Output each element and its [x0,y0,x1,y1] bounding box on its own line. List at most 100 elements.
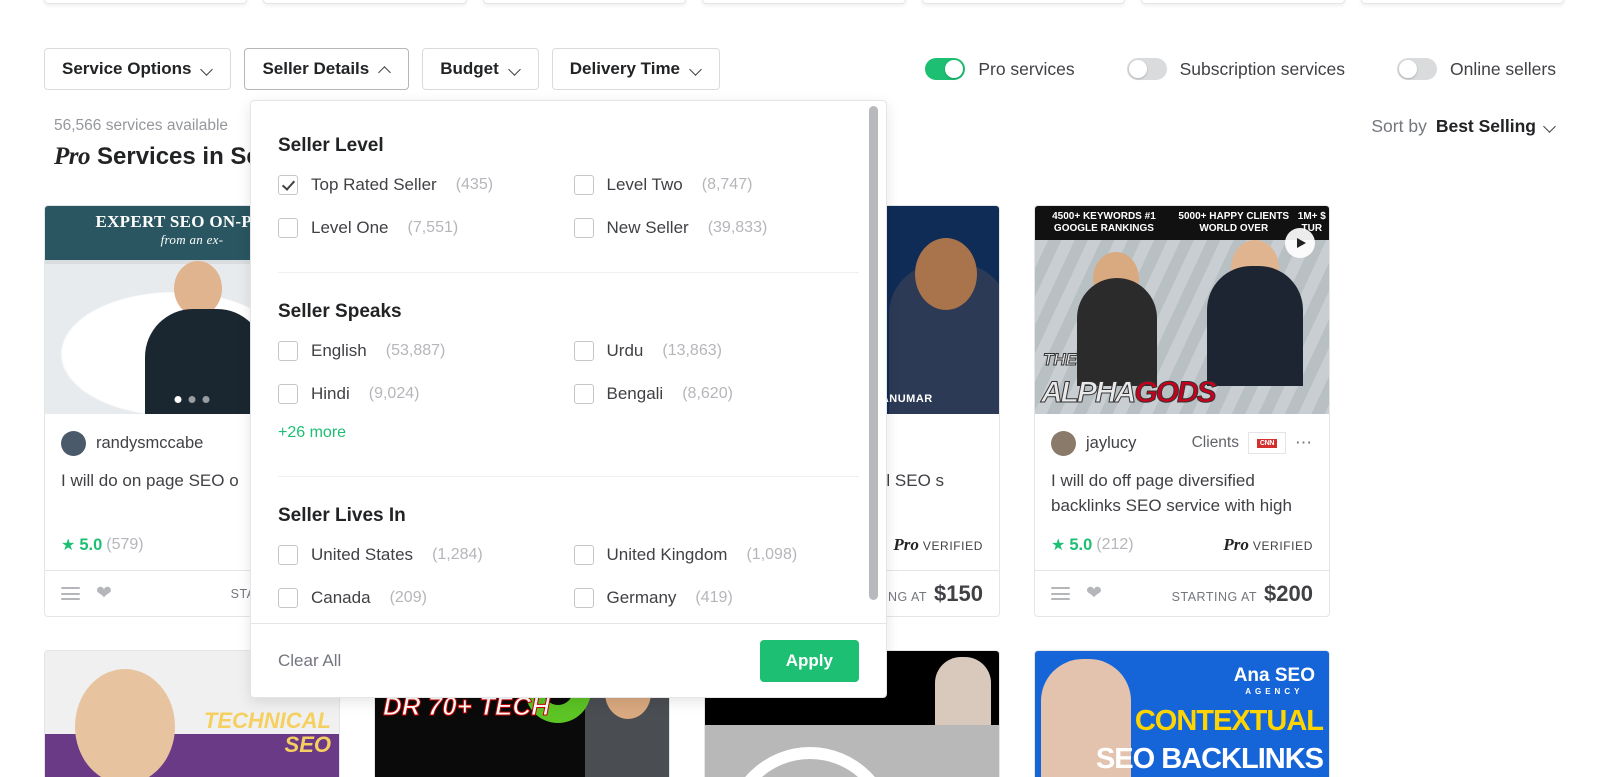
option-label: Bengali [606,384,664,403]
filter-budget[interactable]: Budget [422,48,539,90]
thumb-headline-line1: TECHNICAL [203,708,331,733]
collect-list-icon[interactable] [1051,587,1070,600]
option-grid: English (53,887) Urdu (13,863) Hindi (9,… [278,341,859,404]
star-icon: ★ [61,537,76,554]
toggle-pro-services[interactable] [925,58,966,80]
category-tile[interactable] [1141,0,1345,4]
category-tile[interactable] [1360,0,1564,4]
toggle-online-sellers[interactable] [1396,58,1437,80]
gig-card-footer: ❤ STARTING AT $200 [1035,570,1329,616]
carousel-dots[interactable] [174,396,210,403]
rating-value: 5.0 [1069,535,1093,554]
checkbox-icon[interactable] [278,341,298,361]
filter-service-options[interactable]: Service Options [44,48,232,90]
checkbox-icon[interactable] [573,175,594,195]
thumb-stat-1: 4500+ KEYWORDS #1 GOOGLE RANKINGS [1052,211,1156,234]
avatar[interactable] [61,430,86,456]
filter-service-options-label: Service Options [62,59,192,78]
toggle-online-sellers-label: Online sellers [1449,58,1556,79]
carousel-dot[interactable] [174,396,182,403]
option-urdu[interactable]: Urdu (13,863) [573,341,860,361]
filter-seller-details-label: Seller Details [262,59,370,78]
option-germany[interactable]: Germany (419) [573,588,860,608]
gig-title[interactable]: I will do off page diversified backlinks… [1051,468,1313,518]
thumb-face [174,261,223,316]
avatar[interactable] [1051,430,1076,456]
checkbox-icon[interactable] [573,218,594,238]
toggle-subscription-services[interactable] [1126,58,1167,80]
thumb-face [75,669,175,777]
toggle-subscription-services-group: Subscription services [1126,58,1345,80]
review-count: (212) [1096,536,1134,553]
seller-details-dropdown-panel: Seller Level Top Rated Seller (435) Leve… [250,100,887,698]
heart-icon[interactable]: ❤ [1086,584,1102,603]
verified-label: VERIFIED [1252,539,1313,553]
option-hindi[interactable]: Hindi (9,024) [278,384,564,404]
gig-card[interactable]: Ana SEO AGENCY CONTEXTUAL SEO BACKLINKS [1034,650,1330,777]
checkbox-icon[interactable] [278,218,298,238]
checkbox-icon[interactable] [278,384,298,404]
seller-name[interactable]: randysmccabe [96,434,203,453]
pro-wordmark: Pro [1223,535,1249,554]
pro-verified-badge: Pro VERIFIED [893,535,983,555]
thumb-person-left [1077,278,1157,386]
page-title-text: Services in Se [97,143,260,170]
filter-seller-details[interactable]: Seller Details [244,48,410,90]
option-count: (1,284) [432,546,483,563]
checkbox-icon[interactable] [278,545,298,565]
checkbox-icon[interactable] [278,175,298,195]
section-heading: Seller Speaks [278,301,402,322]
more-options-icon[interactable]: ⋯ [1295,434,1313,451]
carousel-dot[interactable] [188,396,196,403]
option-english[interactable]: English (53,887) [278,341,564,361]
option-level-one[interactable]: Level One (7,551) [278,218,564,238]
option-canada[interactable]: Canada (209) [278,588,564,608]
heart-icon[interactable]: ❤ [96,584,112,603]
filter-delivery-time[interactable]: Delivery Time [551,48,721,90]
play-button-icon[interactable] [1285,228,1315,258]
option-level-two[interactable]: Level Two (8,747) [573,175,860,195]
option-label: Level One [311,218,389,237]
collect-list-icon[interactable] [61,587,80,600]
card-actions: ❤ [1051,584,1102,603]
checkbox-icon[interactable] [573,588,594,608]
thumb-title-alpha-text: ALPHA [1040,376,1136,410]
toggle-knob [1128,60,1147,78]
clear-all-button[interactable]: Clear All [278,651,341,671]
review-count: (579) [106,536,144,553]
option-new-seller[interactable]: New Seller (39,833) [573,218,860,238]
gig-thumbnail[interactable]: 4500+ KEYWORDS #1 GOOGLE RANKINGS 5000+ … [1035,206,1329,414]
option-label: Urdu [606,341,644,360]
checkbox-icon[interactable] [278,588,298,608]
option-top-rated-seller[interactable]: Top Rated Seller (435) [278,175,564,195]
category-tile[interactable] [44,0,248,4]
panel-scroll-area: Seller Level Top Rated Seller (435) Leve… [251,101,886,623]
chevron-up-icon [380,64,391,75]
apply-button[interactable]: Apply [759,639,859,682]
gig-card[interactable]: 4500+ KEYWORDS #1 GOOGLE RANKINGS 5000+ … [1034,205,1330,617]
option-united-states[interactable]: United States (1,284) [278,545,564,565]
filter-budget-label: Budget [440,59,499,78]
checkbox-icon[interactable] [573,384,594,404]
thumb-person [935,657,991,729]
section-heading: Seller Lives In [278,505,406,526]
option-label: United States [311,545,414,564]
panel-scrollbar[interactable] [869,106,878,600]
option-united-kingdom[interactable]: United Kingdom (1,098) [573,545,860,565]
toggle-group-container: Pro services Subscription services Onlin… [873,58,1556,80]
sort-by-control[interactable]: Sort by Best Selling [1371,116,1556,137]
category-tile[interactable] [921,0,1126,4]
option-count: (8,620) [682,385,733,402]
carousel-dot[interactable] [202,396,210,403]
checkbox-icon[interactable] [573,341,594,361]
category-tile[interactable] [702,0,906,4]
show-more-languages[interactable]: +26 more [278,424,346,442]
seller-name[interactable]: jaylucy [1086,434,1136,453]
option-bengali[interactable]: Bengali (8,620) [573,384,860,404]
checkbox-icon[interactable] [573,545,594,565]
price-amount: $200 [1264,580,1313,606]
gig-thumbnail[interactable]: Ana SEO AGENCY CONTEXTUAL SEO BACKLINKS [1035,651,1329,777]
category-tile[interactable] [263,0,467,4]
category-tile[interactable] [482,0,687,4]
option-count: (435) [455,176,494,193]
